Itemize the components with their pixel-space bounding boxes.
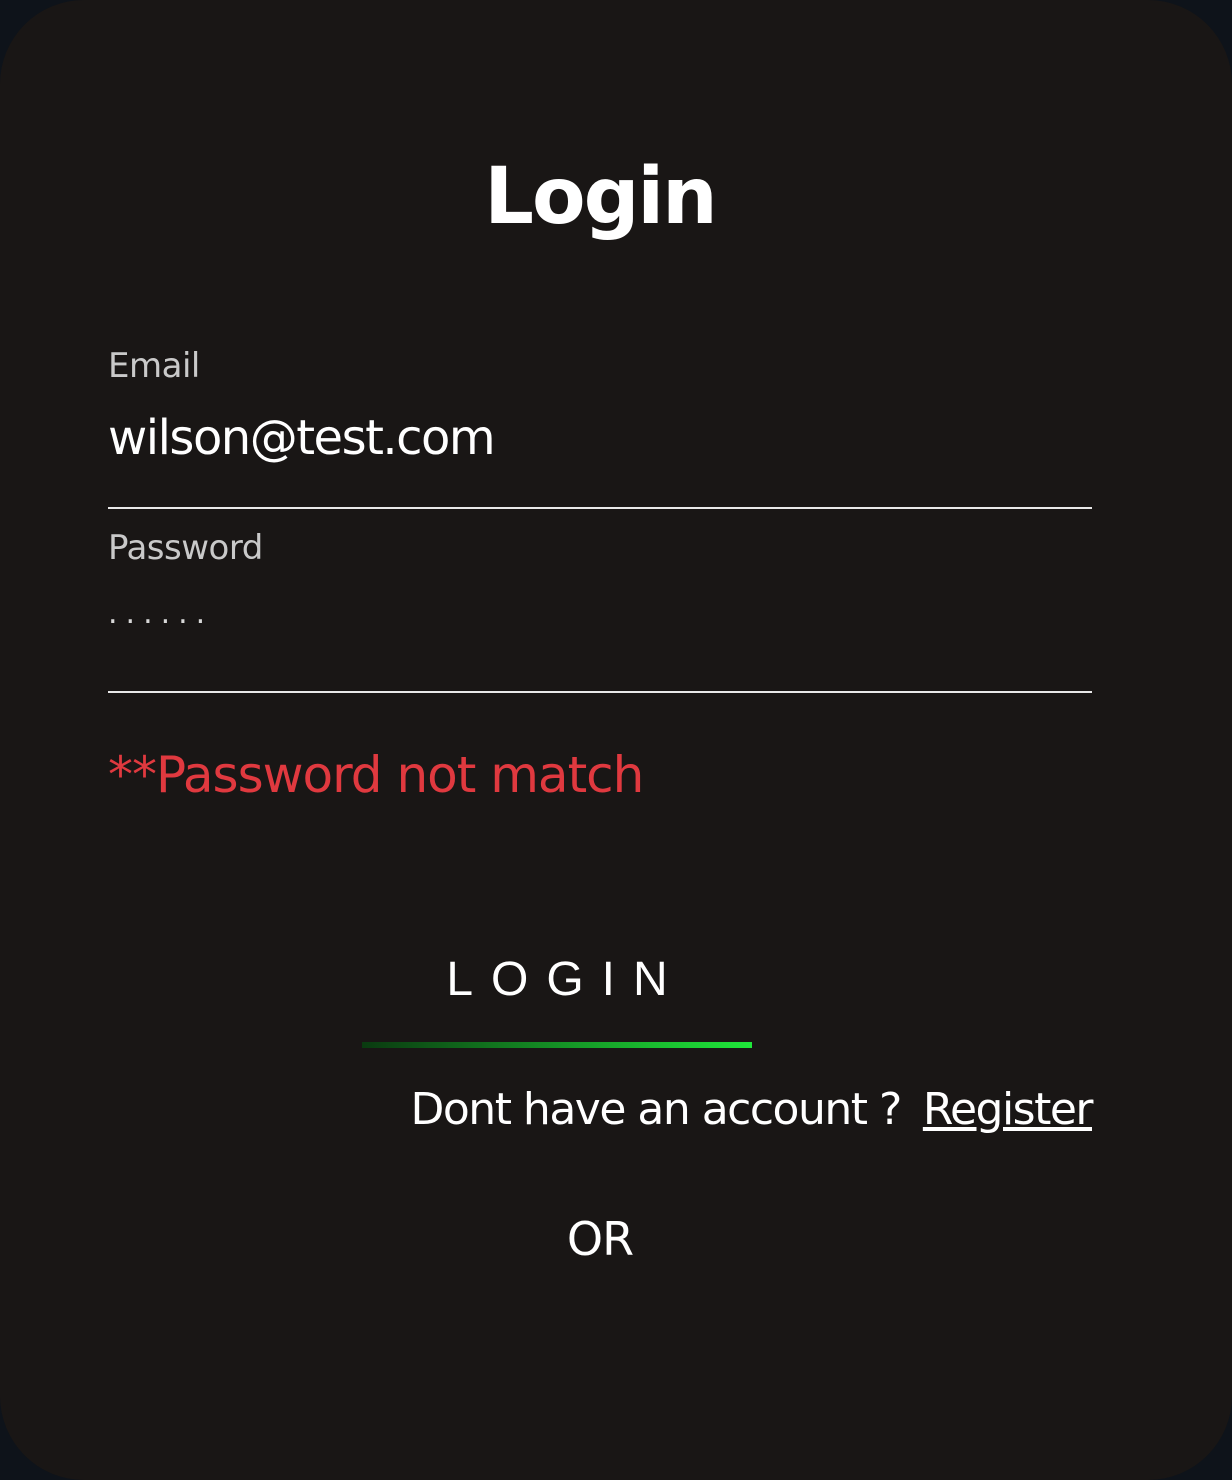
password-field[interactable]: ...... [108, 596, 213, 631]
email-field[interactable]: wilson@test.com [108, 410, 496, 466]
email-label: Email [108, 346, 200, 386]
login-card: Login Email wilson@test.com Password ...… [0, 0, 1232, 1480]
login-button-underline [362, 1042, 752, 1048]
register-link[interactable]: Register [923, 1084, 1094, 1135]
login-button[interactable]: LOGIN [360, 940, 754, 1052]
page-title: Login [484, 152, 717, 242]
or-divider: OR [566, 1212, 634, 1266]
register-row: Dont have an account ? Register [410, 1084, 1094, 1135]
password-field-underline [108, 691, 1092, 693]
password-label: Password [108, 528, 263, 568]
login-button-label: LOGIN [446, 953, 686, 1006]
error-message: **Password not match [108, 746, 644, 804]
email-field-underline [108, 507, 1092, 509]
register-prompt: Dont have an account ? [410, 1084, 903, 1135]
